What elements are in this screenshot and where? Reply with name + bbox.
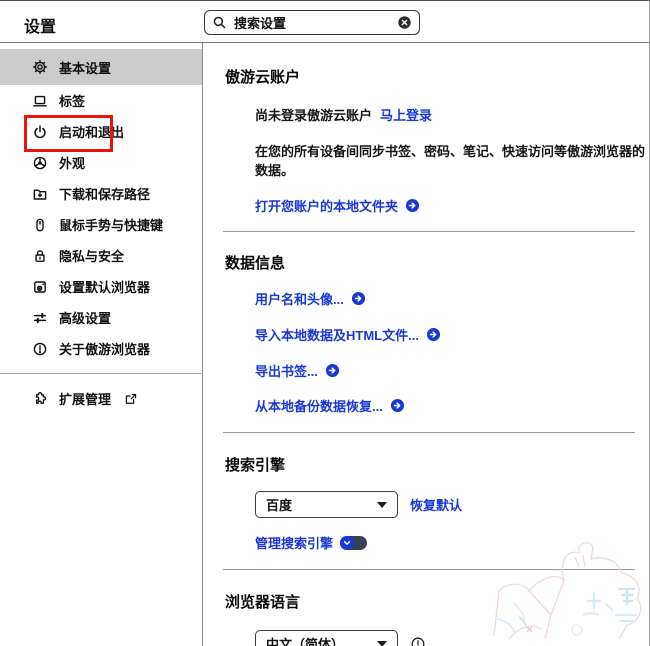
expander-toggle-icon[interactable] (340, 536, 367, 550)
sidebar-item-label: 关于傲游浏览器 (59, 339, 150, 358)
section-divider (223, 231, 635, 232)
open-local-folder-link[interactable]: 打开您账户的本地文件夹 (255, 196, 398, 215)
sidebar-item-label: 鼠标手势与快捷键 (59, 215, 163, 234)
username-avatar-link[interactable]: 用户名和头像... (255, 289, 344, 308)
mouse-icon (32, 217, 48, 233)
sidebar-item-label: 设置默认浏览器 (59, 277, 150, 296)
export-bookmarks-link[interactable]: 导出书签... (255, 361, 318, 380)
arrow-circle-icon[interactable] (405, 198, 420, 213)
settings-window: 设置 (0, 0, 650, 646)
arrow-circle-icon[interactable] (325, 363, 340, 378)
gear-icon (32, 59, 48, 75)
sidebar-item-label: 外观 (59, 153, 85, 172)
lock-icon (32, 248, 48, 264)
search-engine-dropdown[interactable]: 百度 (255, 491, 398, 518)
sidebar-item-label: 标签 (59, 91, 85, 110)
section-title-search-engine: 搜索引擎 (225, 454, 649, 475)
sidebar-item-privacy-security[interactable]: 隐私与安全 (0, 240, 202, 271)
arrow-circle-icon[interactable] (426, 327, 441, 342)
language-dropdown[interactable]: 中文（简体） (255, 630, 398, 646)
sidebar-item-basic-settings[interactable]: 基本设置 (0, 49, 202, 85)
search-icon (212, 15, 227, 30)
header: 设置 (0, 1, 649, 43)
login-now-link[interactable]: 马上登录 (380, 105, 432, 124)
section-title-cloud-account: 傲游云账户 (225, 66, 649, 87)
sidebar-item-tabs[interactable]: 标签 (0, 85, 202, 116)
section-divider (223, 569, 635, 570)
page-title: 设置 (24, 13, 56, 37)
sidebar-item-about[interactable]: 关于傲游浏览器 (0, 333, 202, 364)
arrow-circle-icon[interactable] (390, 398, 405, 413)
sidebar-item-mouse-gestures[interactable]: 鼠标手势与快捷键 (0, 209, 202, 240)
section-title-browser-language: 浏览器语言 (225, 591, 649, 612)
sidebar-item-default-browser[interactable]: 设置默认浏览器 (0, 271, 202, 302)
sidebar: 基本设置 标签 启动和退出 (0, 43, 203, 646)
section-divider (223, 432, 635, 433)
sync-description: 在您的所有设备间同步书签、密码、笔记、快速访问等傲游浏览器的数据。 (255, 141, 649, 179)
external-link-icon (124, 392, 138, 406)
tabs-icon (32, 93, 48, 109)
download-folder-icon (32, 186, 48, 202)
login-status-text: 尚未登录傲游云账户 (255, 105, 372, 124)
settings-search-box[interactable] (204, 10, 420, 35)
info-icon (410, 636, 426, 646)
extensions-icon (32, 391, 48, 407)
sidebar-item-download-path[interactable]: 下载和保存路径 (0, 178, 202, 209)
language-selected-value: 中文（简体） (266, 634, 344, 646)
sidebar-item-label: 隐私与安全 (59, 246, 124, 265)
default-browser-icon (32, 279, 48, 295)
section-title-data-info: 数据信息 (225, 252, 649, 273)
sidebar-item-label: 基本设置 (59, 58, 111, 77)
search-engine-selected-value: 百度 (266, 495, 292, 514)
sidebar-item-advanced-settings[interactable]: 高级设置 (0, 302, 202, 333)
search-input[interactable] (234, 15, 390, 30)
main-content: 傲游云账户 尚未登录傲游云账户 马上登录 在您的所有设备间同步书签、密码、笔记、… (203, 43, 649, 646)
sidebar-item-label: 扩展管理 (59, 389, 111, 408)
appearance-icon (32, 155, 48, 171)
about-icon (32, 341, 48, 357)
power-icon (32, 124, 48, 140)
manage-search-engines-link[interactable]: 管理搜索引擎 (255, 533, 333, 552)
restore-backup-link[interactable]: 从本地备份数据恢复... (255, 396, 383, 415)
chevron-down-icon (377, 502, 387, 508)
clear-icon[interactable] (397, 15, 412, 30)
sidebar-item-label: 下载和保存路径 (59, 184, 150, 203)
import-local-data-link[interactable]: 导入本地数据及HTML文件... (255, 325, 419, 344)
sliders-icon (32, 310, 48, 326)
chevron-down-icon (377, 641, 387, 646)
sidebar-item-appearance[interactable]: 外观 (0, 147, 202, 178)
arrow-circle-icon[interactable] (351, 291, 366, 306)
sidebar-item-extensions[interactable]: 扩展管理 (0, 383, 202, 414)
restore-default-link[interactable]: 恢复默认 (410, 495, 462, 514)
sidebar-item-label: 高级设置 (59, 308, 111, 327)
sidebar-item-label: 启动和退出 (59, 122, 124, 141)
sidebar-item-startup-exit[interactable]: 启动和退出 (0, 116, 202, 147)
